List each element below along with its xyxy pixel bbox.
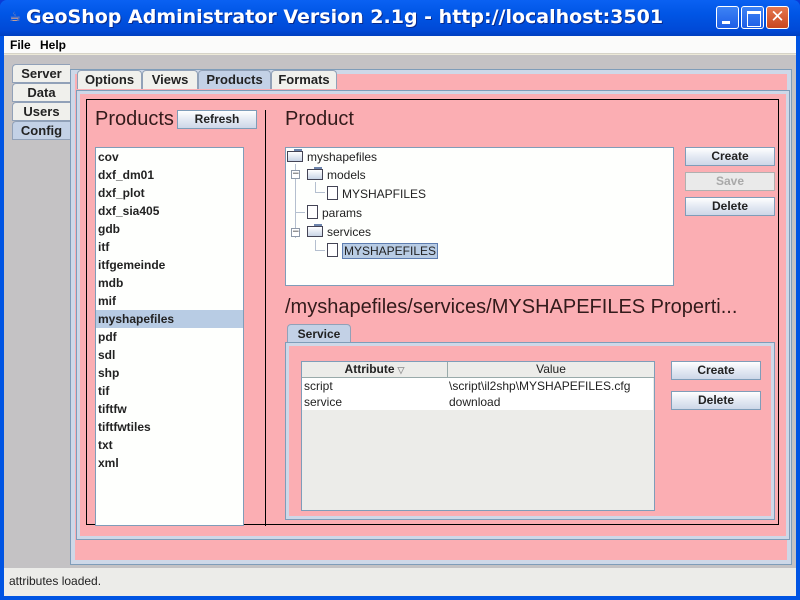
tree-node-models[interactable]: models — [307, 166, 366, 184]
list-item[interactable]: tif — [96, 382, 243, 400]
column-header-value[interactable]: Value — [448, 362, 654, 378]
list-item[interactable]: mdb — [96, 274, 243, 292]
menu-file[interactable]: File — [10, 38, 31, 52]
attributes-table[interactable]: Attribute ▽ Value script \script\il2shp\M… — [301, 361, 655, 511]
tab-service[interactable]: Service — [287, 324, 351, 343]
tree-line — [315, 192, 325, 193]
tab-products[interactable]: Products — [198, 70, 271, 89]
window-title: GeoShop Administrator Version 2.1g - htt… — [26, 6, 664, 28]
side-tab-users[interactable]: Users — [12, 102, 70, 121]
file-icon — [327, 243, 338, 257]
status-text: attributes loaded. — [9, 574, 102, 588]
list-item[interactable]: dxf_dm01 — [96, 166, 243, 184]
table-row[interactable]: script \script\il2shp\MYSHAPEFILES.cfg — [302, 378, 653, 394]
side-tab-server[interactable]: Server — [12, 64, 70, 83]
tree-node-params[interactable]: params — [307, 204, 362, 222]
menu-help[interactable]: Help — [40, 38, 66, 52]
products-tab-inner: Products Refresh cov dxf_dm01 dxf_plot d… — [80, 94, 786, 536]
products-list[interactable]: cov dxf_dm01 dxf_plot dxf_sia405 gdb itf… — [95, 147, 244, 526]
list-item[interactable]: sdl — [96, 346, 243, 364]
tab-options[interactable]: Options — [77, 70, 142, 89]
list-item[interactable]: tiftfw — [96, 400, 243, 418]
tree-node-models-child[interactable]: MYSHAPFILES — [327, 185, 426, 203]
sort-icon: ▽ — [397, 365, 405, 375]
list-item[interactable]: shp — [96, 364, 243, 382]
products-heading: Products — [95, 108, 174, 130]
file-icon — [327, 186, 338, 200]
list-item[interactable]: gdb — [96, 220, 243, 238]
collapse-icon[interactable]: − — [291, 228, 300, 237]
title-bar[interactable]: ☕ GeoShop Administrator Version 2.1g - h… — [0, 0, 800, 36]
menu-bar: File Help — [4, 36, 796, 54]
product-tree[interactable]: myshapefiles − models MYSHAPFILES params… — [285, 147, 674, 286]
tab-formats[interactable]: Formats — [271, 70, 337, 89]
list-item-selected[interactable]: myshapefiles — [96, 310, 243, 328]
attribute-delete-button[interactable]: Delete — [671, 391, 761, 410]
list-item[interactable]: mif — [96, 292, 243, 310]
close-icon: ✕ — [770, 7, 785, 27]
table-row[interactable]: service download — [302, 394, 653, 410]
cell-attribute: service — [304, 395, 343, 409]
tab-views[interactable]: Views — [142, 70, 198, 89]
list-item[interactable]: cov — [96, 148, 243, 166]
list-item[interactable]: tiftfwtiles — [96, 418, 243, 436]
refresh-button[interactable]: Refresh — [177, 110, 257, 129]
app-window: ☕ GeoShop Administrator Version 2.1g - h… — [0, 0, 800, 600]
folder-icon — [307, 167, 323, 180]
product-save-button: Save — [685, 172, 775, 191]
cell-attribute: script — [304, 379, 333, 393]
tree-node-services-child[interactable]: MYSHAPEFILES — [327, 242, 439, 260]
product-delete-button[interactable]: Delete — [685, 197, 775, 216]
service-pane-inner: Attribute ▽ Value script \script\il2shp\M… — [289, 346, 771, 516]
service-pane: Attribute ▽ Value script \script\il2shp\M… — [285, 342, 775, 520]
collapse-icon[interactable]: − — [291, 170, 300, 179]
file-icon — [307, 205, 318, 219]
tree-line — [315, 240, 316, 250]
status-bar: attributes loaded. — [4, 568, 796, 596]
close-button[interactable]: ✕ — [766, 6, 789, 29]
attribute-create-button[interactable]: Create — [671, 361, 761, 380]
list-item[interactable]: dxf_plot — [96, 184, 243, 202]
list-item[interactable]: itfgemeinde — [96, 256, 243, 274]
cell-value: \script\il2shp\MYSHAPEFILES.cfg — [449, 379, 631, 393]
tree-line — [295, 212, 305, 213]
minimize-button[interactable] — [716, 6, 739, 29]
products-frame: Products Refresh cov dxf_dm01 dxf_plot d… — [86, 99, 779, 526]
column-header-attribute[interactable]: Attribute ▽ — [302, 362, 448, 378]
products-tab-content: Products Refresh cov dxf_dm01 dxf_plot d… — [76, 90, 790, 540]
tree-node-root[interactable]: myshapefiles — [287, 148, 377, 166]
list-item[interactable]: xml — [96, 454, 243, 472]
side-tab-data[interactable]: Data — [12, 83, 70, 102]
maximize-button[interactable] — [741, 6, 764, 29]
list-item[interactable]: dxf_sia405 — [96, 202, 243, 220]
product-create-button[interactable]: Create — [685, 147, 775, 166]
list-item[interactable]: itf — [96, 238, 243, 256]
cell-value: download — [449, 395, 501, 409]
side-tab-config[interactable]: Config — [12, 121, 70, 140]
splitter[interactable] — [265, 110, 266, 526]
properties-heading: /myshapefiles/services/MYSHAPEFILES Prop… — [285, 296, 738, 318]
folder-icon — [287, 149, 303, 162]
list-item[interactable]: txt — [96, 436, 243, 454]
list-item[interactable]: pdf — [96, 328, 243, 346]
tree-line — [315, 250, 325, 251]
client-area: File Help Server Data Users Config Optio… — [4, 36, 796, 596]
product-heading: Product — [285, 108, 354, 130]
java-cup-icon: ☕ — [9, 10, 21, 25]
folder-icon — [307, 224, 323, 237]
tree-node-services[interactable]: services — [307, 223, 371, 241]
